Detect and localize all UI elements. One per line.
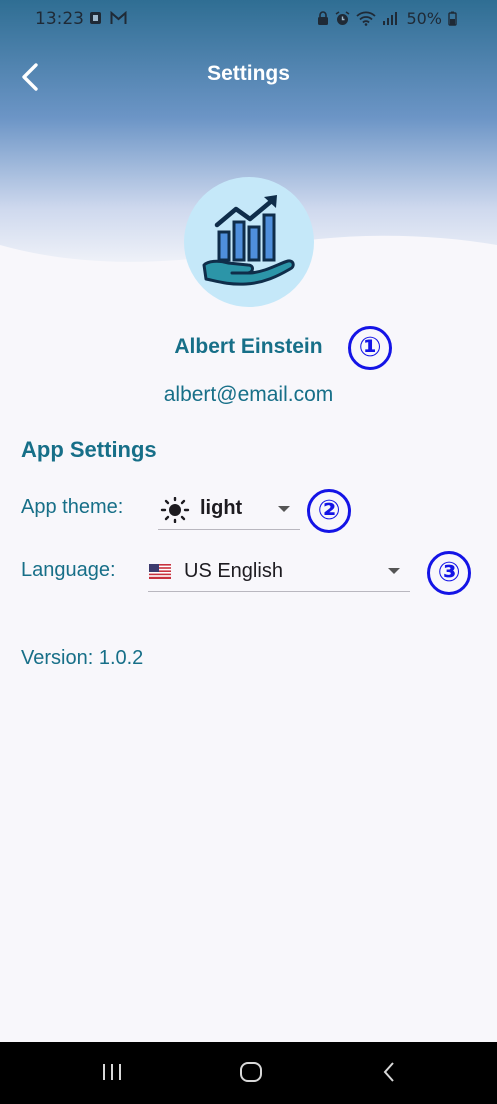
status-time: 13:23 [35, 9, 84, 29]
theme-value: light [200, 497, 243, 519]
us-flag-icon [149, 564, 171, 579]
dropdown-arrow-icon [388, 568, 400, 574]
battery-icon [448, 11, 457, 26]
avatar [184, 177, 314, 307]
system-nav-bar [0, 1042, 497, 1104]
recent-apps-icon [103, 1064, 121, 1080]
theme-label: App theme: [21, 496, 124, 518]
sun-icon [160, 497, 190, 523]
annotation-marker-2: ② [307, 489, 351, 533]
theme-dropdown[interactable]: light [158, 490, 300, 530]
back-arrow-icon [383, 1062, 394, 1082]
annotation-marker-1: ① [348, 326, 392, 370]
alarm-icon [335, 11, 350, 25]
system-status-icons: 50% [317, 9, 457, 28]
growth-chart-hand-icon [202, 195, 295, 286]
home-icon [240, 1062, 262, 1082]
annotation-marker-3: ③ [427, 551, 471, 595]
system-back-button[interactable] [378, 1060, 402, 1089]
app-notification-icon [90, 12, 101, 24]
version-label: Version: 1.0.2 [21, 647, 144, 669]
wifi-icon [356, 11, 377, 26]
language-value: US English [184, 560, 283, 582]
battery-percentage: 50% [406, 9, 442, 28]
user-email: albert@email.com [163, 383, 334, 406]
signal-icon [383, 12, 398, 25]
notification-icons [89, 11, 127, 25]
mail-icon [110, 11, 127, 24]
language-label: Language: [21, 559, 116, 581]
status-bar: 13:23 50% [0, 0, 497, 40]
dropdown-arrow-icon [278, 506, 290, 512]
section-title-app-settings: App Settings [21, 437, 157, 462]
lock-icon [318, 11, 329, 25]
user-name: Albert Einstein [174, 335, 323, 358]
language-dropdown[interactable]: US English [148, 552, 410, 592]
home-button[interactable] [238, 1060, 264, 1089]
recent-apps-button[interactable] [100, 1060, 124, 1089]
page-title: Settings [207, 62, 290, 85]
